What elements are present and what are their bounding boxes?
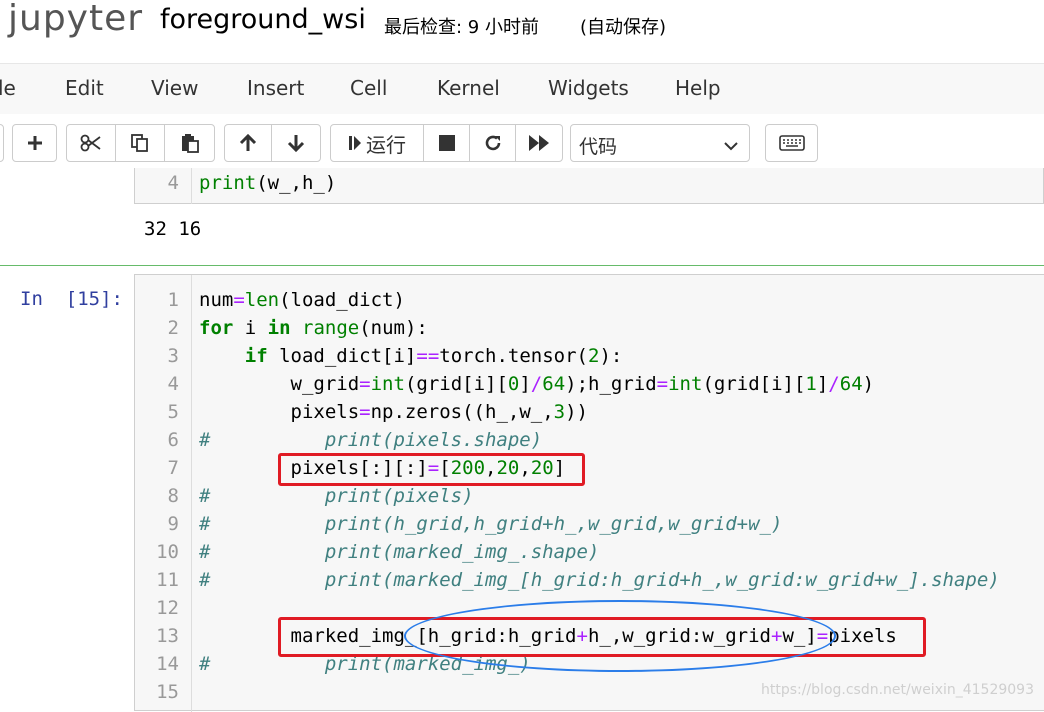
copy-button[interactable] [115,124,165,162]
code-line: if load_dict[i]==torch.tensor(2): [244,345,623,367]
watermark: https://blog.csdn.net/weixin_41529093 [760,682,1034,698]
menu-widgets[interactable]: Widgets [548,76,629,100]
line-number: 2 [167,317,179,339]
code-line: print(w_,h_) [199,172,337,194]
arrow-up-icon [239,133,257,153]
menu-insert[interactable]: Insert [247,76,304,100]
line-number: 14 [156,653,179,675]
code-line: # print(marked_img_.shape) [199,541,600,563]
checkpoint-status: 最后检查: 9 小时前 [384,17,539,38]
keyboard-icon [778,135,805,151]
plus-icon [26,134,44,152]
line-number: 10 [156,541,179,563]
line-number: 3 [167,345,179,367]
code-line: for i in range(num): [199,317,428,339]
line-number: 15 [156,681,179,703]
blue-highlight-ellipse [404,600,836,672]
cell-type-select[interactable]: 代码 [570,124,750,162]
toolbar: 运行 代码 [0,114,1044,172]
paste-button[interactable] [164,124,215,162]
interrupt-button[interactable] [423,124,470,162]
code-line: w_grid=int(grid[i][0]/64);h_grid=int(gri… [199,373,875,395]
menu-cell[interactable]: Cell [350,76,387,100]
scissors-icon [80,134,102,152]
code-line: pixels=np.zeros((h_,w_,3)) [199,401,588,423]
chevron-down-icon [723,137,739,156]
line-number: 11 [156,569,179,591]
run-label: 运行 [366,132,406,157]
header: jupyter foreground_wsi 最后检查: 9 小时前 (自动保存… [0,0,1044,60]
cell-output: 32 16 [144,218,202,240]
jupyter-logo[interactable]: jupyter [8,0,143,39]
insert-cell-button[interactable] [12,124,57,162]
previous-cell-input[interactable]: 4 print(w_,h_) [134,168,1044,204]
line-number-gutter: 1 2 3 4 5 6 7 8 9 10 11 12 13 14 15 [135,275,192,712]
line-number: 1 [167,289,179,311]
line-number: 8 [167,485,179,507]
selected-cell-border [0,265,1044,266]
save-button[interactable] [0,124,4,162]
line-number: 12 [156,597,179,619]
red-highlight-box [278,453,585,486]
input-prompt: In [15]: [20,288,123,310]
code-line: # print(pixels) [199,485,474,507]
run-button[interactable]: 运行 [330,124,424,162]
line-number: 6 [167,429,179,451]
cut-button[interactable] [66,124,116,162]
line-number: 13 [156,625,179,647]
menu-help[interactable]: Help [675,76,721,100]
restart-button[interactable] [469,124,516,162]
move-up-button[interactable] [224,124,272,162]
menu-file[interactable]: le [0,76,16,100]
menu-view[interactable]: View [151,76,198,100]
step-icon [348,134,362,152]
line-number: 4 [167,172,179,194]
paste-icon [180,133,200,153]
code-line: # print(marked_img_[h_grid:h_grid+h_,w_g… [199,569,1000,591]
arrow-down-icon [287,133,305,153]
line-number: 5 [167,401,179,423]
stop-icon [438,134,456,152]
menu-kernel[interactable]: Kernel [437,76,500,100]
move-down-button[interactable] [271,124,321,162]
cell-type-value: 代码 [579,136,618,158]
restart-run-all-button[interactable] [515,124,563,162]
line-number: 9 [167,513,179,535]
notebook-title[interactable]: foreground_wsi [160,4,366,35]
line-number-gutter: 4 [135,168,192,204]
restart-icon [483,133,503,153]
code-line: num=len(load_dict) [199,289,405,311]
command-palette-button[interactable] [765,124,818,162]
code-line: # print(h_grid,h_grid+h_,w_grid,w_grid+w… [199,513,783,535]
code-line: # print(pixels.shape) [199,429,543,451]
copy-icon [130,133,150,153]
menu-edit[interactable]: Edit [65,76,104,100]
fast-forward-icon [528,134,550,152]
line-number: 7 [167,457,179,479]
menubar: le Edit View Insert Cell Kernel Widgets … [0,63,1044,115]
autosave-status: (自动保存) [580,17,667,38]
line-number: 4 [167,373,179,395]
